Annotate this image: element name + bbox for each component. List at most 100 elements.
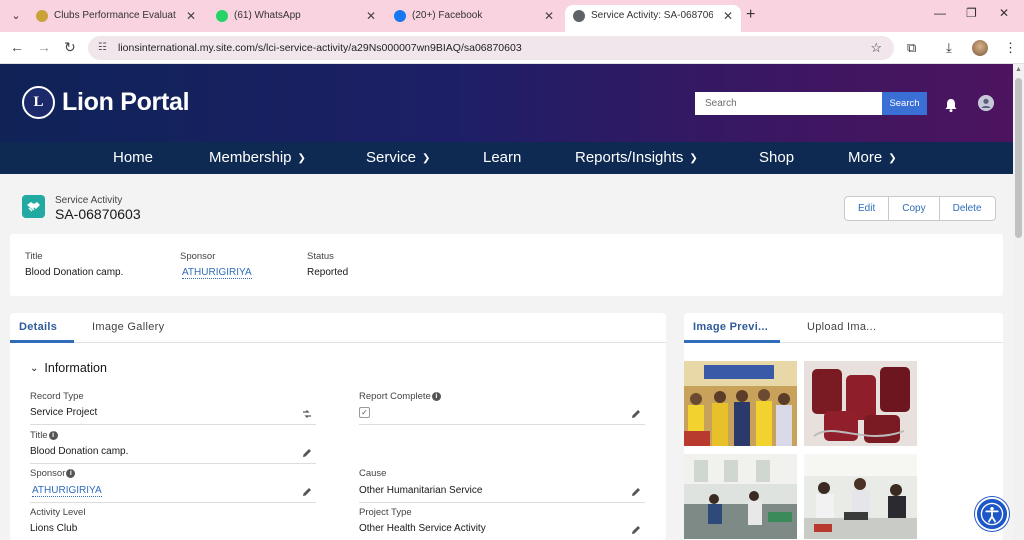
new-tab-plus-icon[interactable]: +	[746, 5, 755, 25]
portal-brand-title[interactable]: Lion Portal	[62, 88, 190, 117]
details-panel: Details Image Gallery ⌄ Information Recor…	[10, 313, 666, 540]
lions-logo-icon[interactable]: L	[22, 86, 55, 119]
tab-upload-image[interactable]: Upload Ima...	[807, 321, 876, 333]
highlight-status-label: Status	[307, 251, 334, 262]
minimize-icon[interactable]: —	[934, 6, 946, 20]
copy-button[interactable]: Copy	[889, 197, 940, 220]
nav-learn[interactable]: Learn	[483, 142, 521, 174]
close-icon[interactable]: ✕	[366, 5, 376, 27]
portal-header: L Lion Portal Search	[0, 64, 1013, 142]
edit-button[interactable]: Edit	[845, 197, 890, 220]
field-divider	[30, 463, 316, 464]
notification-bell-icon[interactable]	[943, 97, 959, 113]
gallery-photo-thumbnail[interactable]	[804, 361, 917, 446]
browser-tab-service-activity[interactable]: Service Activity: SA-06870603 ✕	[565, 5, 741, 32]
lions-favicon-icon	[36, 10, 48, 22]
field-divider	[359, 424, 645, 425]
browser-tab-whatsapp[interactable]: (61) WhatsApp ✕	[208, 5, 384, 32]
close-icon[interactable]: ✕	[186, 5, 196, 27]
field-sponsor-label: Sponsor i	[30, 468, 76, 479]
gallery-photo-thumbnail[interactable]	[804, 454, 917, 539]
nav-membership[interactable]: Membership ❯	[209, 142, 306, 174]
field-sponsor-link[interactable]: ATHURIGIRIYA	[32, 485, 102, 497]
close-icon[interactable]: ✕	[723, 5, 733, 27]
info-icon[interactable]: i	[48, 431, 58, 440]
back-arrow-icon[interactable]: ←	[10, 39, 24, 55]
user-profile-icon[interactable]	[978, 95, 994, 111]
nav-home[interactable]: Home	[113, 142, 153, 174]
extensions-puzzle-icon[interactable]: ⧉	[907, 40, 916, 56]
tab-title: (20+) Facebook	[412, 10, 483, 21]
url-text: lionsinternational.my.site.com/s/lci-ser…	[118, 42, 522, 54]
browser-tab-facebook[interactable]: (20+) Facebook ✕	[386, 5, 562, 32]
chevron-down-icon: ❯	[297, 153, 306, 164]
active-tab-indicator	[10, 340, 74, 343]
maximize-icon[interactable]: ❐	[966, 6, 977, 20]
url-field[interactable]: ☷ lionsinternational.my.site.com/s/lci-s…	[88, 36, 894, 60]
record-highlights-panel: Title Blood Donation camp. Sponsor ATHUR…	[10, 234, 1003, 296]
change-record-type-icon[interactable]	[301, 408, 313, 420]
tab-search-chevron-icon[interactable]: ⌄	[6, 6, 26, 26]
field-cause-label: Cause	[359, 468, 387, 479]
download-icon[interactable]: ⤓	[946, 40, 952, 56]
highlight-title-value: Blood Donation camp.	[25, 267, 124, 278]
tab-title: (61) WhatsApp	[234, 10, 301, 21]
chevron-down-icon: ❯	[689, 153, 698, 164]
highlight-sponsor-link[interactable]: ATHURIGIRIYA	[182, 267, 252, 279]
nav-reports-insights[interactable]: Reports/Insights ❯	[575, 142, 698, 174]
tab-divider	[10, 342, 666, 343]
globe-favicon-icon	[573, 10, 585, 22]
record-action-buttons: Edit Copy Delete	[844, 196, 996, 221]
browser-tab-clubs[interactable]: Clubs Performance Evaluation S ✕	[28, 5, 204, 32]
edit-pencil-icon[interactable]	[301, 486, 313, 498]
highlight-status-value: Reported	[307, 267, 349, 278]
reload-icon[interactable]: ↻	[64, 39, 76, 56]
portal-search-input[interactable]	[695, 92, 882, 115]
tab-image-preview[interactable]: Image Previ...	[693, 321, 768, 333]
site-settings-icon[interactable]: ☷	[98, 36, 107, 60]
bookmark-star-icon[interactable]: ☆	[870, 36, 882, 60]
scroll-up-arrow-icon[interactable]: ▲	[1015, 66, 1022, 73]
field-divider	[30, 502, 316, 503]
browser-address-bar: ← → ↻ ☷ lionsinternational.my.site.com/s…	[0, 32, 1024, 64]
nav-service[interactable]: Service ❯	[366, 142, 430, 174]
info-icon[interactable]: i	[431, 392, 441, 401]
chevron-down-icon: ❯	[888, 153, 897, 164]
close-icon[interactable]: ✕	[544, 5, 554, 27]
edit-pencil-icon[interactable]	[630, 408, 642, 420]
record-object-label: Service Activity	[55, 195, 123, 206]
window-close-icon[interactable]: ✕	[999, 6, 1009, 20]
info-icon[interactable]: i	[66, 469, 76, 478]
field-divider	[30, 424, 316, 425]
nav-more[interactable]: More ❯	[848, 142, 897, 174]
scrollbar-thumb[interactable]	[1015, 78, 1022, 238]
record-name: SA-06870603	[55, 206, 141, 222]
browser-menu-kebab-icon[interactable]: ⋮	[1004, 40, 1017, 56]
tab-title: Service Activity: SA-06870603	[591, 10, 713, 21]
page-scrollbar[interactable]: ▲	[1013, 64, 1024, 540]
report-complete-checkbox: ✓	[359, 407, 370, 418]
whatsapp-favicon-icon	[216, 10, 228, 22]
tab-image-gallery[interactable]: Image Gallery	[92, 321, 164, 333]
profile-avatar[interactable]	[972, 40, 988, 56]
field-report-complete-label: Report Complete i	[359, 391, 441, 402]
forward-arrow-icon[interactable]: →	[37, 39, 51, 55]
portal-search-button[interactable]: Search	[882, 92, 927, 115]
gallery-photo-thumbnail[interactable]	[684, 361, 797, 446]
image-gallery-panel: Image Previ... Upload Ima...	[684, 313, 1003, 540]
field-record-type-value: Service Project	[30, 407, 98, 418]
section-information-toggle[interactable]: ⌄ Information	[30, 361, 107, 375]
accessibility-icon[interactable]	[975, 497, 1009, 531]
delete-button[interactable]: Delete	[940, 197, 995, 220]
gallery-photo-thumbnail[interactable]	[684, 454, 797, 539]
nav-shop[interactable]: Shop	[759, 142, 794, 174]
field-cause-value: Other Humanitarian Service	[359, 485, 483, 496]
edit-pencil-icon[interactable]	[630, 524, 642, 536]
edit-pencil-icon[interactable]	[301, 447, 313, 459]
edit-pencil-icon[interactable]	[630, 486, 642, 498]
field-record-type-label: Record Type	[30, 391, 84, 402]
chevron-down-icon: ⌄	[30, 363, 39, 374]
tab-details[interactable]: Details	[19, 321, 57, 333]
portal-main-nav: Home Membership ❯ Service ❯ Learn Reports/…	[0, 142, 1013, 174]
browser-tab-bar: ⌄ Clubs Performance Evaluation S ✕ (61) …	[0, 0, 1024, 32]
